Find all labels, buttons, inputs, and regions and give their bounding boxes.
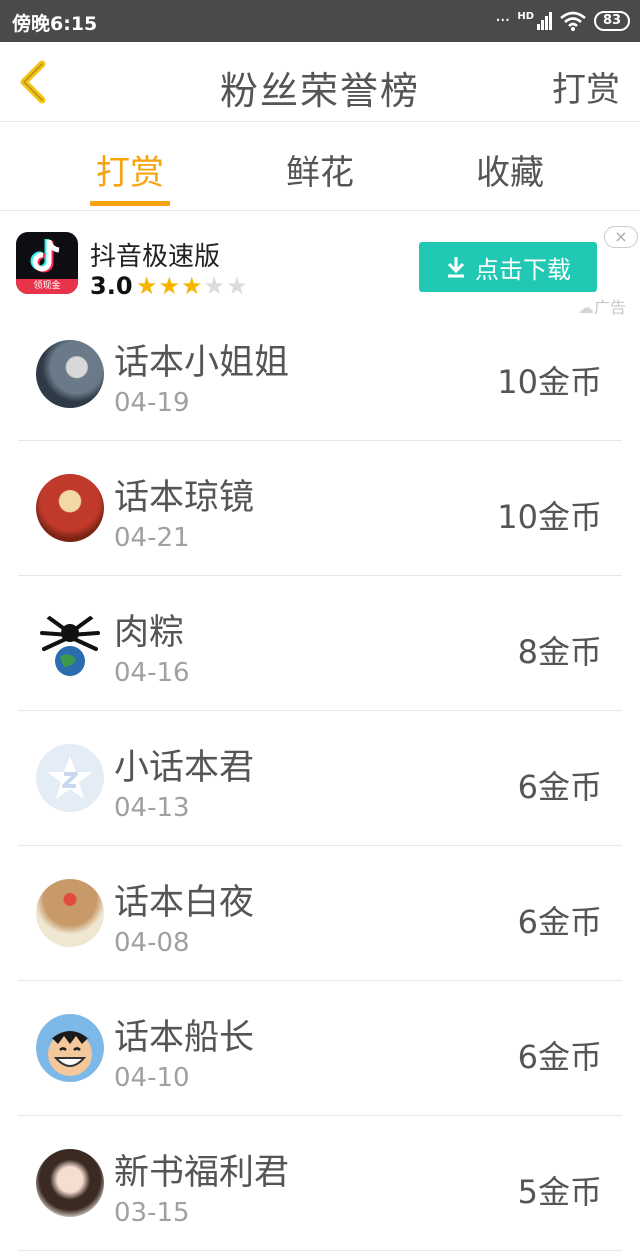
star-filled-icon: ★ [181, 272, 204, 300]
active-tab-indicator [90, 201, 170, 206]
download-icon [447, 257, 465, 278]
list-item[interactable]: 话本琼镜 04-21 10金币 [18, 441, 622, 576]
page-title: 粉丝荣誉榜 [219, 69, 420, 113]
fan-amount: 6金币 [517, 1038, 602, 1076]
star-filled-icon: ★ [136, 272, 159, 300]
tab-reward[interactable]: 打赏 [50, 123, 210, 211]
fan-date: 04-08 [114, 928, 190, 958]
ad-banner[interactable]: 领现金 抖音极速版 3.0 ★★★★★ 点击下载 × ☁广告 [0, 212, 640, 324]
more-dots-icon: ··· [495, 10, 510, 31]
fan-amount: 6金币 [517, 768, 602, 806]
default-avatar-icon [36, 744, 104, 812]
list-item[interactable]: 话本船长 04-10 6金币 [18, 981, 622, 1116]
star-filled-icon: ★ [158, 272, 182, 300]
cartoon-globe-avatar-icon [36, 609, 104, 677]
fan-amount: 8金币 [517, 633, 602, 671]
ad-tag: ☁广告 [578, 298, 627, 317]
download-label: 点击下载 [475, 255, 571, 284]
cell-signal-icon: HD [517, 12, 552, 30]
fan-amount: 5金币 [517, 1173, 602, 1211]
status-bar: 傍晚6:15 ··· HD 83 [0, 0, 640, 42]
fan-date: 04-21 [114, 523, 190, 553]
fan-date: 04-13 [114, 793, 190, 823]
fan-date: 04-19 [114, 388, 190, 418]
rating-stars: ★★★★★ [136, 272, 249, 300]
fan-name: 话本琼镜 [114, 478, 255, 518]
fan-name: 新书福利君 [114, 1153, 290, 1193]
fan-name: 小话本君 [114, 748, 255, 788]
list-item[interactable]: 小话本君 04-13 6金币 [18, 711, 622, 846]
fan-name: 话本白夜 [114, 883, 255, 923]
list-item[interactable]: 话本白夜 04-08 6金币 [18, 846, 622, 981]
fan-name: 肉粽 [114, 613, 185, 653]
battery-indicator: 83 [594, 11, 630, 31]
fan-amount: 10金币 [497, 363, 602, 401]
app-icon-badge: 领现金 [16, 279, 78, 294]
status-icons: ··· HD 83 [495, 8, 630, 34]
fan-amount: 10金币 [497, 498, 602, 536]
ad-rating-value: 3.0 [90, 272, 133, 300]
fan-date: 04-10 [114, 1063, 190, 1093]
ad-app-name: 抖音极速版 [90, 242, 221, 272]
fan-name: 话本小姐姐 [114, 343, 290, 383]
girl-avatar-icon [36, 879, 104, 947]
tab-bar: 打赏 鲜花 收藏 [0, 123, 640, 211]
girl-photo-avatar-icon [36, 1149, 104, 1217]
download-button[interactable]: 点击下载 [419, 242, 597, 292]
fan-list: 话本小姐姐 04-19 10金币 话本琼镜 04-21 10金币 肉粽 04-1… [18, 324, 622, 1251]
cloud-icon: ☁ [578, 298, 594, 317]
ad-close-button[interactable]: × [604, 226, 638, 248]
tab-flowers[interactable]: 鲜花 [240, 123, 400, 211]
list-item[interactable]: 新书福利君 03-15 5金币 [18, 1116, 622, 1251]
photo-avatar-icon [36, 340, 104, 408]
wifi-icon [560, 11, 586, 31]
fan-name: 话本船长 [114, 1018, 255, 1058]
list-item[interactable]: 话本小姐姐 04-19 10金币 [18, 324, 622, 441]
star-empty-icon: ★ [226, 272, 249, 300]
music-note-icon [30, 239, 60, 273]
pirate-avatar-icon [36, 1014, 104, 1082]
fan-date: 04-16 [114, 658, 190, 688]
reward-button[interactable]: 打赏 [552, 62, 620, 111]
star-empty-icon: ★ [203, 272, 227, 300]
list-item[interactable]: 肉粽 04-16 8金币 [18, 576, 622, 711]
fan-amount: 6金币 [517, 903, 602, 941]
status-time: 傍晚6:15 [12, 13, 98, 35]
title-bar: 粉丝荣誉榜 打赏 [0, 42, 640, 122]
fan-date: 03-15 [114, 1198, 190, 1228]
douyin-app-icon: 领现金 [16, 232, 78, 294]
tab-favorites[interactable]: 收藏 [430, 123, 590, 211]
costume-avatar-icon [36, 474, 104, 542]
